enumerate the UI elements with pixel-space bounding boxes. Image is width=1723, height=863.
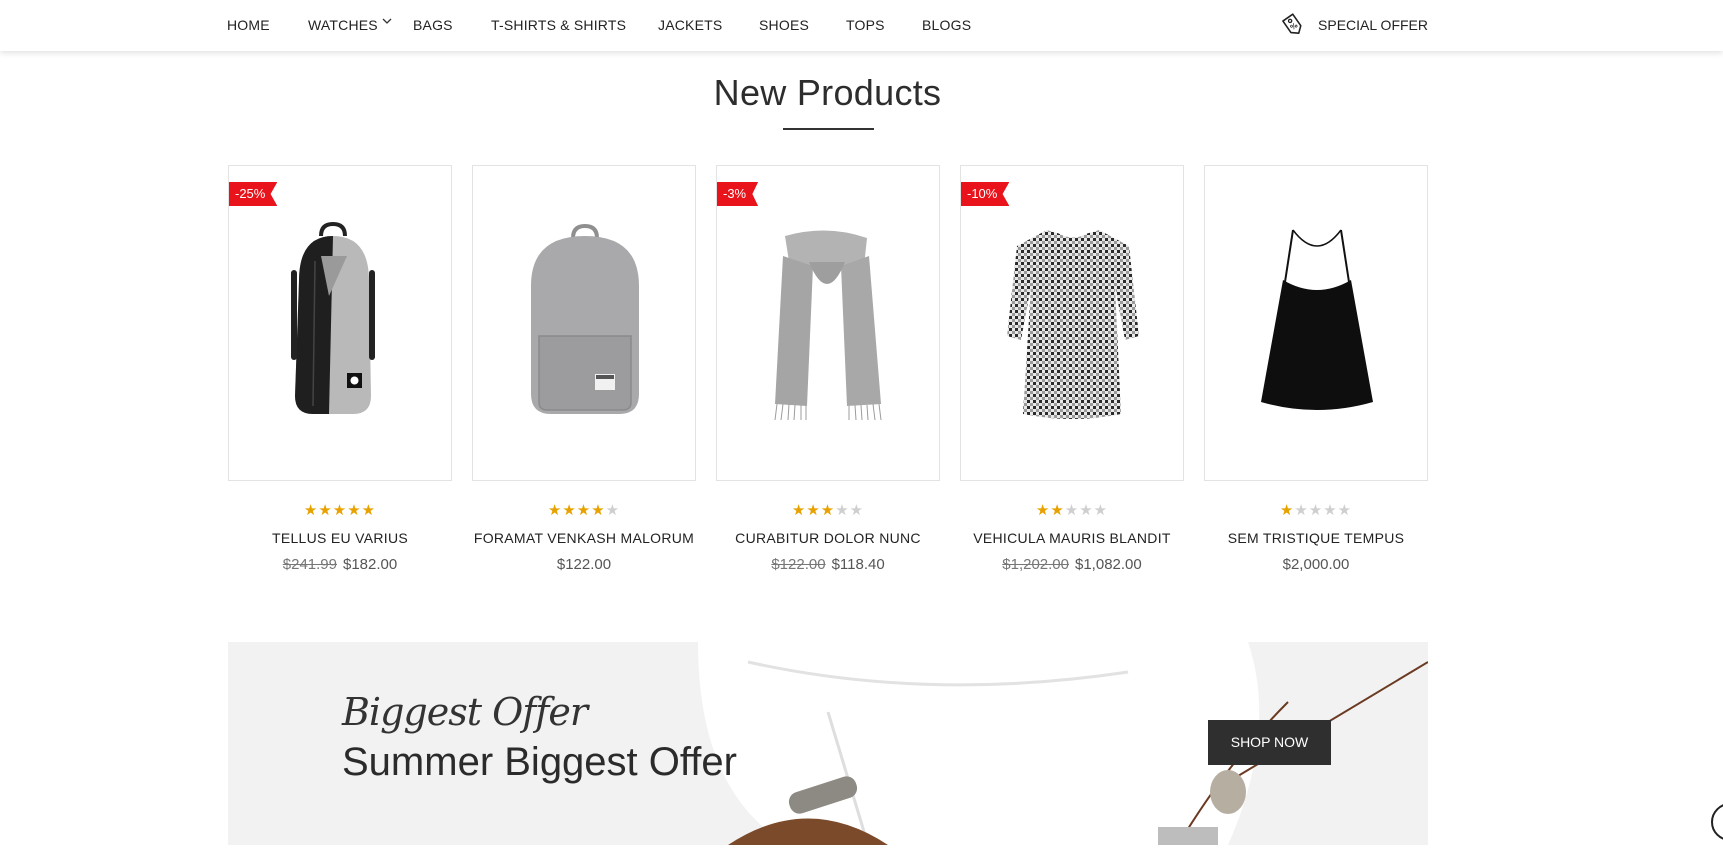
product-image-backpack <box>291 221 375 414</box>
star-empty-icon: ★ <box>605 502 621 519</box>
product-name[interactable]: FORAMAT VENKASH MALORUM <box>472 530 696 546</box>
star-filled-icon: ★ <box>591 502 606 519</box>
star-filled-icon: ★ <box>318 502 333 519</box>
product-card[interactable] <box>472 165 696 481</box>
star-filled-icon: ★ <box>806 502 821 519</box>
rating-stars: ★★★★★ <box>228 501 452 519</box>
current-price: $182.00 <box>343 556 398 573</box>
star-empty-icon: ★ <box>835 502 850 519</box>
banner-script-text: Biggest Offer <box>342 690 588 734</box>
product-price: $122.00 <box>472 556 696 573</box>
top-navigation: HOME WATCHES BAGS T-SHIRTS & SHIRTS JACK… <box>0 0 1723 51</box>
product-name[interactable]: CURABITUR DOLOR NUNC <box>716 530 940 546</box>
product-image-camisole <box>1261 229 1373 410</box>
star-filled-icon: ★ <box>347 502 362 519</box>
product-name[interactable]: SEM TRISTIQUE TEMPUS <box>1204 530 1428 546</box>
star-filled-icon: ★ <box>820 502 836 519</box>
special-offer-label: SPECIAL OFFER <box>1318 17 1428 33</box>
rating-stars: ★★★★★ <box>472 501 696 519</box>
nav-item-home[interactable]: HOME <box>227 17 270 33</box>
current-price: $122.00 <box>556 556 612 573</box>
shop-now-button[interactable]: SHOP NOW <box>1208 720 1331 765</box>
product-price: $1,202.00 $1,082.00 <box>960 556 1184 573</box>
nav-item-tops[interactable]: TOPS <box>846 17 885 33</box>
nav-item-watches[interactable]: WATCHES <box>308 17 378 33</box>
star-filled-icon: ★ <box>576 502 592 519</box>
scroll-to-top-button[interactable] <box>1711 803 1723 841</box>
product-price: $2,000.00 <box>1204 556 1428 573</box>
old-price: $122.00 <box>771 556 826 573</box>
nav-item-tshirts-shirts[interactable]: T-SHIRTS & SHIRTS <box>491 17 626 33</box>
star-empty-icon: ★ <box>1079 502 1094 519</box>
product-card[interactable] <box>1204 165 1428 481</box>
nav-item-bags[interactable]: BAGS <box>413 17 453 33</box>
price-tag-icon: % <box>1282 13 1302 34</box>
star-empty-icon: ★ <box>1308 502 1324 519</box>
product-card[interactable]: -10% <box>960 165 1184 481</box>
product-card[interactable]: -25% <box>228 165 452 481</box>
product-image-scarf <box>774 230 882 421</box>
nav-item-jackets[interactable]: JACKETS <box>658 17 722 33</box>
product-name[interactable]: TELLUS EU VARIUS <box>228 530 452 546</box>
nav-item-shoes[interactable]: SHOES <box>759 17 809 33</box>
nav-item-blogs[interactable]: BLOGS <box>922 17 971 33</box>
discount-badge: -25% <box>229 182 278 206</box>
nav-inner: HOME WATCHES BAGS T-SHIRTS & SHIRTS JACK… <box>227 0 1428 51</box>
star-empty-icon: ★ <box>1093 502 1109 519</box>
current-price: $2,000.00 <box>1282 556 1350 573</box>
product-price: $241.99 $182.00 <box>228 556 452 573</box>
product-name[interactable]: VEHICULA MAURIS BLANDIT <box>960 530 1184 546</box>
current-price: $1,082.00 <box>1075 556 1142 573</box>
star-empty-icon: ★ <box>1064 502 1080 519</box>
discount-badge: -3% <box>717 182 759 206</box>
star-empty-icon: ★ <box>1323 502 1338 519</box>
old-price: $241.99 <box>282 556 337 573</box>
product-image-backpack <box>531 223 639 414</box>
star-filled-icon: ★ <box>791 502 807 519</box>
promo-banner: Biggest Offer Summer Biggest Offer SHOP … <box>228 642 1428 845</box>
discount-badge: -10% <box>961 182 1010 206</box>
star-empty-icon: ★ <box>1294 502 1309 519</box>
star-filled-icon: ★ <box>303 502 319 519</box>
star-filled-icon: ★ <box>332 502 348 519</box>
section-title: New Products <box>713 72 942 113</box>
star-filled-icon: ★ <box>1279 502 1295 519</box>
title-underline <box>783 128 874 130</box>
old-price: $1,202.00 <box>1002 556 1069 573</box>
rating-stars: ★★★★★ <box>1204 501 1428 519</box>
star-filled-icon: ★ <box>562 502 577 519</box>
chevron-down-icon[interactable] <box>380 14 394 28</box>
rating-stars: ★★★★★ <box>960 501 1184 519</box>
current-price: $118.40 <box>831 556 885 573</box>
rating-stars: ★★★★★ <box>716 501 940 519</box>
star-empty-icon: ★ <box>849 502 865 519</box>
star-filled-icon: ★ <box>1050 502 1065 519</box>
product-card[interactable]: -3% <box>716 165 940 481</box>
star-filled-icon: ★ <box>547 502 563 519</box>
banner-title: Summer Biggest Offer <box>342 740 737 784</box>
star-empty-icon: ★ <box>1337 502 1353 519</box>
product-image-dress <box>1007 230 1139 419</box>
special-offer-link[interactable]: % SPECIAL OFFER <box>1280 12 1428 38</box>
product-price: $122.00 $118.40 <box>716 556 940 573</box>
star-filled-icon: ★ <box>361 502 377 519</box>
star-filled-icon: ★ <box>1035 502 1051 519</box>
